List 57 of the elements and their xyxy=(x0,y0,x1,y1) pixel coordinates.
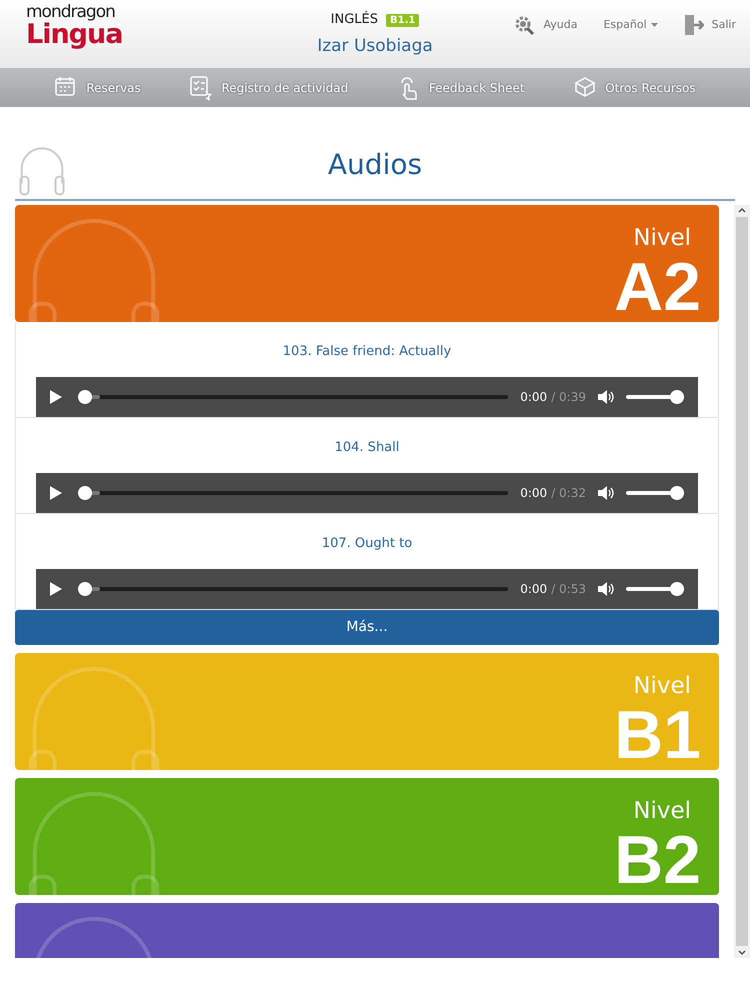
volume-icon[interactable] xyxy=(598,582,614,596)
level-banner[interactable]: Nivel B1 xyxy=(15,653,719,770)
volume-icon[interactable] xyxy=(598,390,614,404)
duration: / 0:32 xyxy=(551,485,586,502)
scrollbar[interactable] xyxy=(734,205,750,958)
volume-slider[interactable] xyxy=(626,582,684,596)
level-label: Nivel xyxy=(633,675,691,698)
current-time: 0:00 xyxy=(520,389,548,406)
help-link[interactable]: Ayuda xyxy=(543,16,578,34)
play-icon[interactable] xyxy=(50,582,62,596)
nav-tab[interactable]: Reservas xyxy=(54,74,141,100)
volume-thumb[interactable] xyxy=(670,582,684,596)
level-code: B2 xyxy=(614,826,701,894)
caret-icon xyxy=(650,22,658,28)
level-code: A2 xyxy=(614,253,701,321)
checklist-icon xyxy=(189,74,214,100)
volume-icon[interactable] xyxy=(598,486,614,500)
volume-thumb[interactable] xyxy=(670,390,684,404)
seek-thumb[interactable] xyxy=(78,390,92,404)
level-code: B1 xyxy=(614,701,701,769)
current-time: 0:00 xyxy=(520,581,548,598)
more-button[interactable]: Más... xyxy=(15,610,719,645)
level-label: Nivel xyxy=(633,800,691,823)
seek-thumb[interactable] xyxy=(78,582,92,596)
logo-text: mondragon xyxy=(26,4,116,21)
scroll-down-icon[interactable] xyxy=(737,948,747,958)
nav-tab[interactable]: Feedback Sheet xyxy=(396,74,525,100)
seek-bar[interactable] xyxy=(78,486,508,500)
audio-title: 103. False friend: Actually xyxy=(282,343,452,361)
seek-bar[interactable] xyxy=(78,390,508,404)
language-label: INGLÉS xyxy=(330,12,378,27)
gear-icon[interactable] xyxy=(513,14,536,36)
level-label: Nivel xyxy=(633,227,691,250)
level-badge: B1.1 xyxy=(386,14,420,27)
seek-thumb[interactable] xyxy=(78,486,92,500)
scroll-up-icon[interactable] xyxy=(737,205,747,215)
seek-bar[interactable] xyxy=(78,582,508,596)
language-dropdown[interactable]: Español xyxy=(603,16,658,34)
nav-tab[interactable]: Registro de actividad xyxy=(189,74,348,100)
volume-slider[interactable] xyxy=(626,486,684,500)
audio-title: 104. Shall xyxy=(334,439,400,457)
volume-slider[interactable] xyxy=(626,390,684,404)
level-banner[interactable]: Nivel B2 xyxy=(15,778,719,895)
duration: / 0:39 xyxy=(551,389,586,406)
duration: / 0:53 xyxy=(551,581,586,598)
level-banner[interactable]: Nivel A2 xyxy=(15,205,719,322)
play-icon[interactable] xyxy=(50,486,62,500)
play-icon[interactable] xyxy=(50,390,62,404)
volume-thumb[interactable] xyxy=(670,486,684,500)
current-time: 0:00 xyxy=(520,485,548,502)
logout-icon[interactable] xyxy=(684,14,704,36)
logo-text: Lingua xyxy=(26,21,122,48)
page-title: Audios xyxy=(328,151,422,179)
audio-title: 107. Ought to xyxy=(322,535,412,553)
nav-tab[interactable]: Otros Recursos xyxy=(573,74,696,100)
user-name: Izar Usobiaga xyxy=(317,35,433,58)
logout-link[interactable]: Salir xyxy=(712,16,736,34)
